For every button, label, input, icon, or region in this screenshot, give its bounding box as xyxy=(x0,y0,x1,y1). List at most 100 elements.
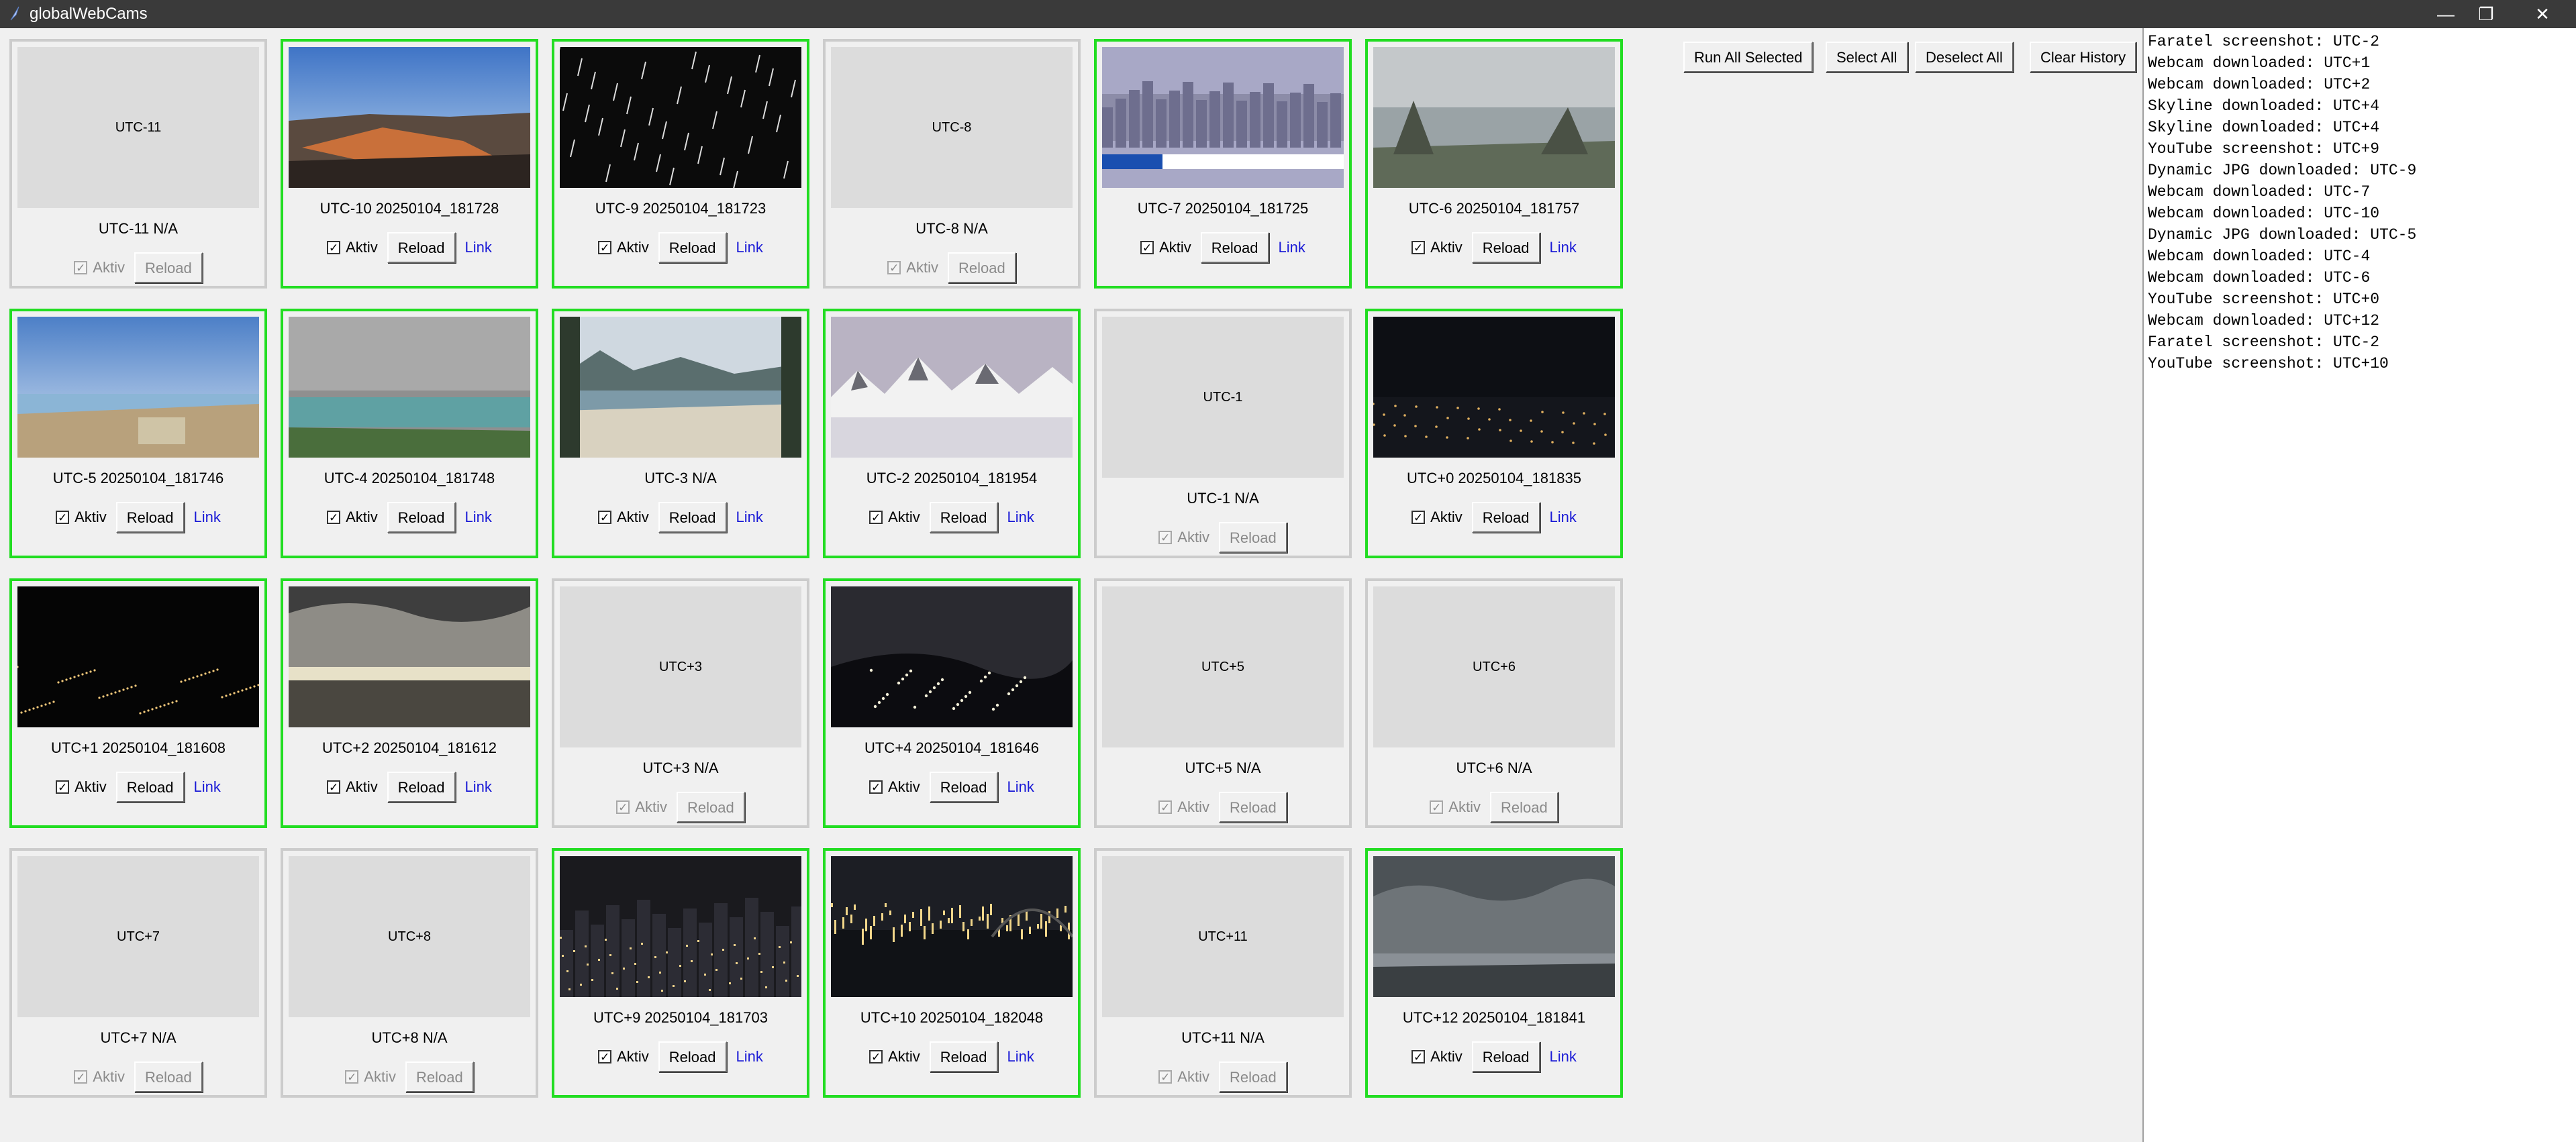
reload-button[interactable]: Reload xyxy=(1218,522,1287,553)
webcam-link[interactable]: Link xyxy=(1007,509,1034,526)
select-all-button[interactable]: Select All xyxy=(1826,42,1908,72)
webcam-cell-utcminus1: UTC-1 UTC-1 N/A ✓ Aktiv Reload xyxy=(1094,309,1352,558)
aktiv-checkbox[interactable]: ✓ Aktiv xyxy=(1411,1048,1463,1066)
reload-button[interactable]: Reload xyxy=(387,502,456,533)
reload-button[interactable]: Reload xyxy=(1471,502,1540,533)
aktiv-checkbox[interactable]: ✓ Aktiv xyxy=(869,778,920,796)
aktiv-checkbox[interactable]: ✓ Aktiv xyxy=(1158,529,1209,546)
webcam-link[interactable]: Link xyxy=(1279,239,1305,256)
reload-button[interactable]: Reload xyxy=(658,1041,727,1072)
run-all-selected-button[interactable]: Run All Selected xyxy=(1683,42,1814,72)
aktiv-checkbox[interactable]: ✓ Aktiv xyxy=(1430,798,1481,816)
aktiv-checkbox[interactable]: ✓ Aktiv xyxy=(1158,1068,1209,1086)
reload-button[interactable]: Reload xyxy=(676,792,745,823)
webcam-link[interactable]: Link xyxy=(1007,778,1034,796)
reload-button[interactable]: Reload xyxy=(1471,1041,1540,1072)
aktiv-checkbox[interactable]: ✓ Aktiv xyxy=(74,1068,125,1086)
reload-button[interactable]: Reload xyxy=(387,772,456,802)
checkmark-icon[interactable]: ✓ xyxy=(616,800,630,814)
aktiv-checkbox[interactable]: ✓ Aktiv xyxy=(1140,239,1191,256)
reload-button[interactable]: Reload xyxy=(658,232,727,263)
webcam-link[interactable]: Link xyxy=(736,239,763,256)
webcam-link[interactable]: Link xyxy=(1007,1048,1034,1066)
aktiv-checkbox[interactable]: ✓ Aktiv xyxy=(887,259,938,276)
webcam-link[interactable]: Link xyxy=(465,509,492,526)
reload-button[interactable]: Reload xyxy=(1218,792,1287,823)
checkmark-icon[interactable]: ✓ xyxy=(327,780,341,794)
reload-button[interactable]: Reload xyxy=(134,1061,203,1092)
checkmark-icon[interactable]: ✓ xyxy=(1411,511,1426,524)
webcam-caption: UTC+5 N/A xyxy=(1185,760,1261,776)
checkmark-icon[interactable]: ✓ xyxy=(1158,800,1173,814)
webcam-link[interactable]: Link xyxy=(1550,1048,1577,1066)
checkmark-icon[interactable]: ✓ xyxy=(869,1050,883,1063)
aktiv-checkbox[interactable]: ✓ Aktiv xyxy=(327,778,378,796)
reload-button[interactable]: Reload xyxy=(405,1061,474,1092)
webcam-caption: UTC+1 20250104_181608 xyxy=(51,739,226,756)
deselect-all-button[interactable]: Deselect All xyxy=(1915,42,2014,72)
aktiv-checkbox[interactable]: ✓ Aktiv xyxy=(345,1068,396,1086)
webcam-link[interactable]: Link xyxy=(194,778,221,796)
aktiv-checkbox[interactable]: ✓ Aktiv xyxy=(598,509,649,526)
webcam-link[interactable]: Link xyxy=(1550,509,1577,526)
clear-history-button[interactable]: Clear History xyxy=(2030,42,2137,72)
aktiv-checkbox[interactable]: ✓ Aktiv xyxy=(74,259,125,276)
checkmark-icon[interactable]: ✓ xyxy=(74,1070,88,1084)
reload-button[interactable]: Reload xyxy=(947,252,1016,283)
checkmark-icon[interactable]: ✓ xyxy=(887,261,901,274)
aktiv-checkbox[interactable]: ✓ Aktiv xyxy=(869,509,920,526)
reload-button[interactable]: Reload xyxy=(115,772,185,802)
close-icon[interactable]: ✕ xyxy=(2509,0,2576,28)
webcam-thumbnail xyxy=(560,856,801,997)
aktiv-checkbox[interactable]: ✓ Aktiv xyxy=(598,239,649,256)
checkmark-icon[interactable]: ✓ xyxy=(1411,241,1426,254)
aktiv-checkbox[interactable]: ✓ Aktiv xyxy=(616,798,667,816)
checkmark-icon[interactable]: ✓ xyxy=(56,511,70,524)
checkmark-icon[interactable]: ✓ xyxy=(74,261,88,274)
reload-button[interactable]: Reload xyxy=(929,772,998,802)
webcam-link[interactable]: Link xyxy=(465,778,492,796)
checkmark-icon[interactable]: ✓ xyxy=(1411,1050,1426,1063)
reload-button[interactable]: Reload xyxy=(1489,792,1558,823)
reload-button[interactable]: Reload xyxy=(1200,232,1269,263)
checkmark-icon[interactable]: ✓ xyxy=(327,511,341,524)
checkmark-icon[interactable]: ✓ xyxy=(1158,1070,1173,1084)
checkmark-icon[interactable]: ✓ xyxy=(869,780,883,794)
checkmark-icon[interactable]: ✓ xyxy=(56,780,70,794)
aktiv-checkbox[interactable]: ✓ Aktiv xyxy=(327,509,378,526)
webcam-caption: UTC+8 N/A xyxy=(371,1029,448,1046)
checkmark-icon[interactable]: ✓ xyxy=(598,1050,612,1063)
checkmark-icon[interactable]: ✓ xyxy=(869,511,883,524)
checkmark-icon[interactable]: ✓ xyxy=(598,511,612,524)
reload-button[interactable]: Reload xyxy=(1218,1061,1287,1092)
aktiv-checkbox[interactable]: ✓ Aktiv xyxy=(1158,798,1209,816)
aktiv-checkbox[interactable]: ✓ Aktiv xyxy=(56,509,107,526)
checkmark-icon[interactable]: ✓ xyxy=(1140,241,1154,254)
webcam-link[interactable]: Link xyxy=(465,239,492,256)
reload-button[interactable]: Reload xyxy=(929,1041,998,1072)
checkmark-icon[interactable]: ✓ xyxy=(1430,800,1444,814)
checkmark-icon[interactable]: ✓ xyxy=(327,241,341,254)
reload-button[interactable]: Reload xyxy=(134,252,203,283)
reload-button[interactable]: Reload xyxy=(658,502,727,533)
aktiv-checkbox[interactable]: ✓ Aktiv xyxy=(1411,509,1463,526)
checkmark-icon[interactable]: ✓ xyxy=(1158,531,1173,544)
aktiv-label: Aktiv xyxy=(346,239,378,256)
aktiv-checkbox[interactable]: ✓ Aktiv xyxy=(56,778,107,796)
webcam-link[interactable]: Link xyxy=(736,1048,763,1066)
checkmark-icon[interactable]: ✓ xyxy=(598,241,612,254)
webcam-link[interactable]: Link xyxy=(1550,239,1577,256)
aktiv-checkbox[interactable]: ✓ Aktiv xyxy=(869,1048,920,1066)
history-log[interactable]: Faratel screenshot: UTC-2 Webcam download… xyxy=(2142,28,2576,1142)
webcam-controls: ✓ Aktiv Reload xyxy=(12,252,264,283)
aktiv-checkbox[interactable]: ✓ Aktiv xyxy=(1411,239,1463,256)
reload-button[interactable]: Reload xyxy=(115,502,185,533)
reload-button[interactable]: Reload xyxy=(929,502,998,533)
checkmark-icon[interactable]: ✓ xyxy=(345,1070,359,1084)
reload-button[interactable]: Reload xyxy=(387,232,456,263)
aktiv-checkbox[interactable]: ✓ Aktiv xyxy=(327,239,378,256)
webcam-link[interactable]: Link xyxy=(194,509,221,526)
aktiv-checkbox[interactable]: ✓ Aktiv xyxy=(598,1048,649,1066)
reload-button[interactable]: Reload xyxy=(1471,232,1540,263)
webcam-link[interactable]: Link xyxy=(736,509,763,526)
